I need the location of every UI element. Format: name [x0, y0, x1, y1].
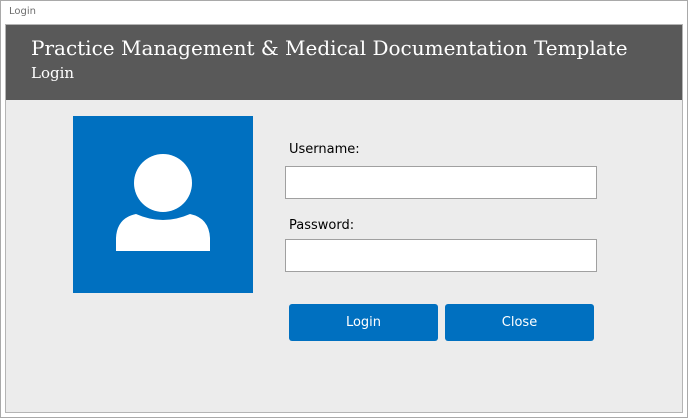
- user-silhouette-icon: [116, 154, 210, 251]
- app-title: Practice Management & Medical Documentat…: [31, 36, 628, 60]
- login-window: Login Practice Management & Medical Docu…: [0, 0, 688, 418]
- password-label: Password:: [289, 218, 355, 233]
- password-field[interactable]: [285, 239, 597, 272]
- login-button[interactable]: Login: [289, 304, 438, 341]
- login-form: Practice Management & Medical Documentat…: [5, 24, 683, 413]
- window-titlebar[interactable]: Login: [1, 1, 687, 22]
- page-subtitle: Login: [31, 64, 75, 82]
- username-label: Username:: [289, 142, 360, 157]
- avatar: [73, 116, 253, 293]
- form-header: Practice Management & Medical Documentat…: [6, 25, 682, 100]
- username-field[interactable]: [285, 166, 597, 199]
- window-title: Login: [9, 6, 36, 17]
- close-button[interactable]: Close: [445, 304, 594, 341]
